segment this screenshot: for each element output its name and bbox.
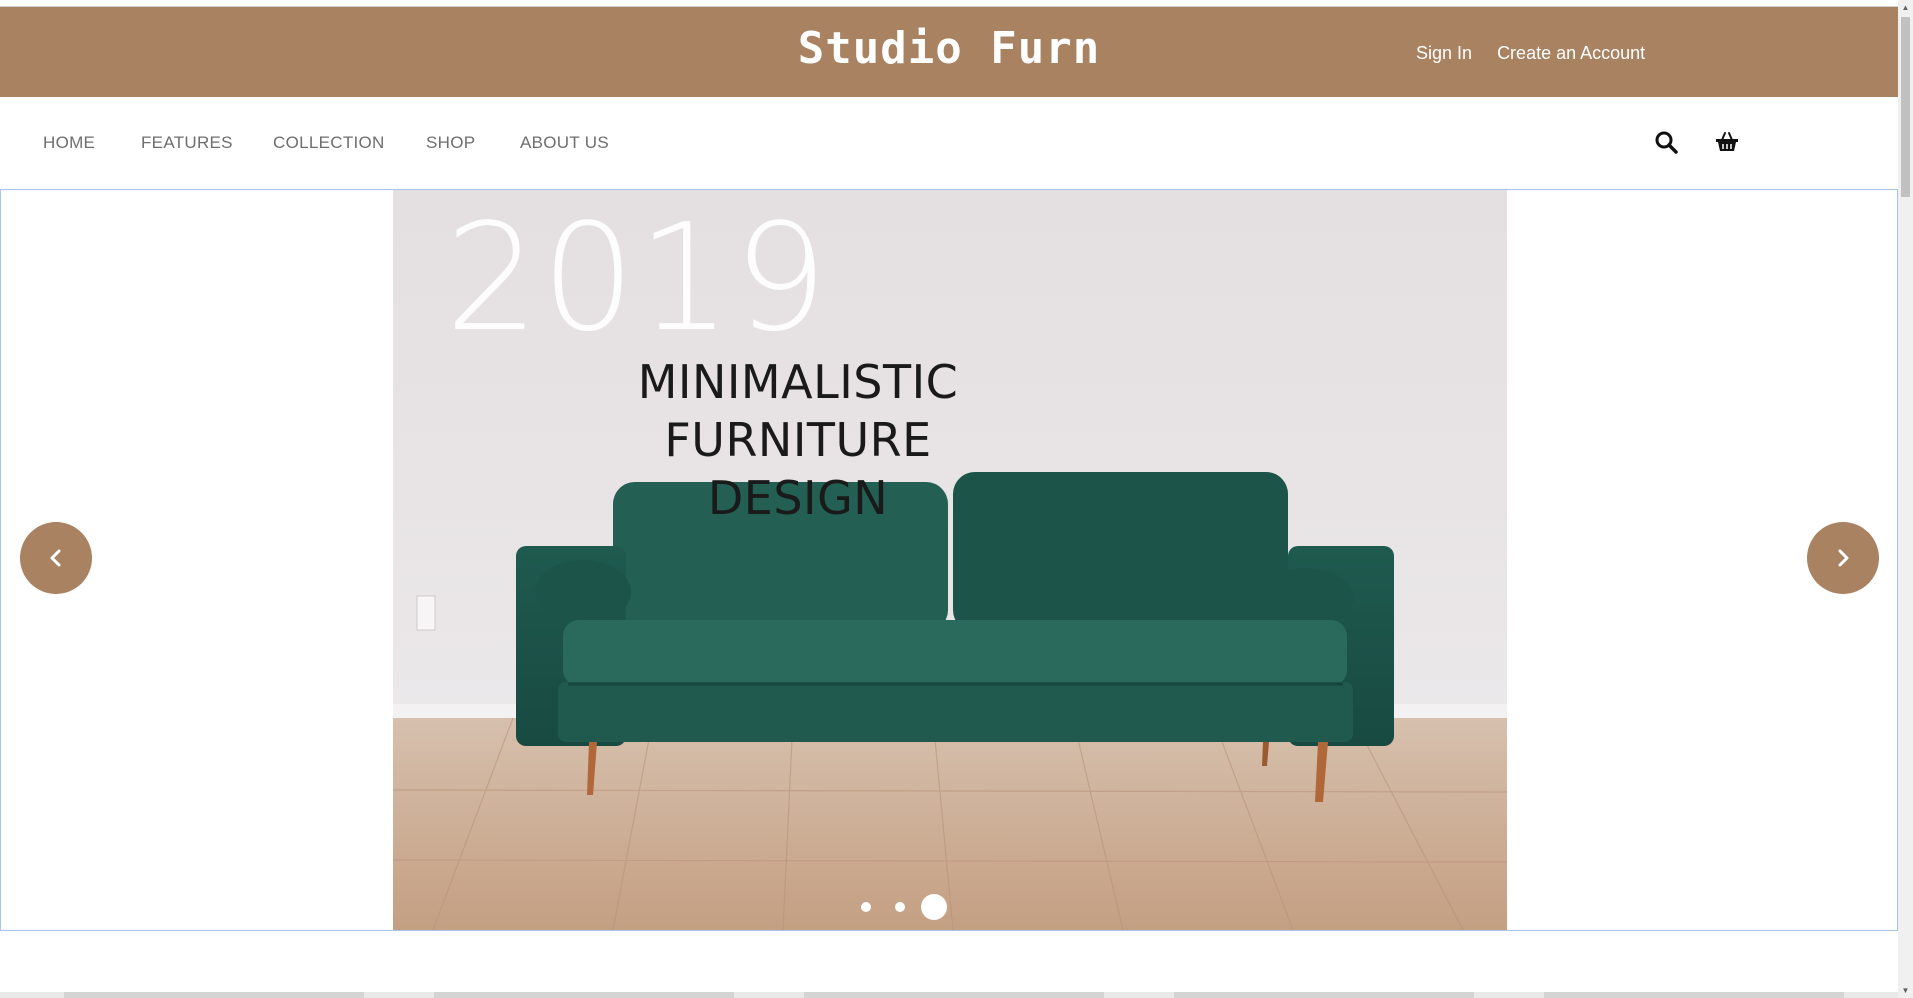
carousel-prev-button[interactable]	[20, 522, 92, 594]
vertical-scrollbar[interactable]: ▲ ▼	[1898, 0, 1913, 998]
carousel-dot-3-active[interactable]	[921, 894, 947, 920]
carousel-next-button[interactable]	[1807, 522, 1879, 594]
brand-header: Studio Furn Sign In Create an Account	[0, 7, 1898, 97]
nav-item-shop[interactable]: SHOP	[426, 133, 475, 153]
scrollbar-thumb[interactable]	[1901, 17, 1910, 197]
hero-carousel: 2019 MINIMALISTIC FURNITURE DESIGN	[0, 189, 1898, 931]
account-links: Sign In Create an Account	[1416, 43, 1665, 64]
chevron-left-icon	[50, 549, 61, 567]
nav-item-about-us[interactable]: ABOUT US	[520, 133, 609, 153]
nav-item-collection[interactable]: COLLECTION	[273, 133, 385, 153]
next-section-edge	[0, 992, 1898, 998]
nav-item-home[interactable]: HOME	[43, 133, 95, 153]
hero-tagline-line-1: MINIMALISTIC FURNITURE	[637, 355, 959, 467]
hero-year: 2019	[445, 192, 830, 364]
sign-in-link[interactable]: Sign In	[1416, 43, 1472, 63]
carousel-dot-2[interactable]	[895, 902, 905, 912]
window-top-edge	[0, 0, 1898, 7]
nav-item-features[interactable]: FEATURES	[141, 133, 233, 153]
search-icon[interactable]	[1654, 130, 1678, 154]
chevron-right-icon	[1838, 549, 1849, 567]
scroll-up-arrow-icon[interactable]: ▲	[1898, 0, 1913, 15]
create-account-link[interactable]: Create an Account	[1497, 43, 1645, 63]
hero-slide: 2019 MINIMALISTIC FURNITURE DESIGN	[393, 190, 1507, 930]
hero-tagline: MINIMALISTIC FURNITURE DESIGN	[498, 353, 1098, 527]
scroll-down-arrow-icon[interactable]: ▼	[1898, 983, 1913, 998]
main-nav: HOME FEATURES COLLECTION SHOP ABOUT US	[0, 97, 1898, 189]
carousel-dot-1[interactable]	[861, 902, 871, 912]
basket-icon[interactable]	[1715, 130, 1739, 154]
hero-tagline-line-2: DESIGN	[707, 471, 889, 525]
